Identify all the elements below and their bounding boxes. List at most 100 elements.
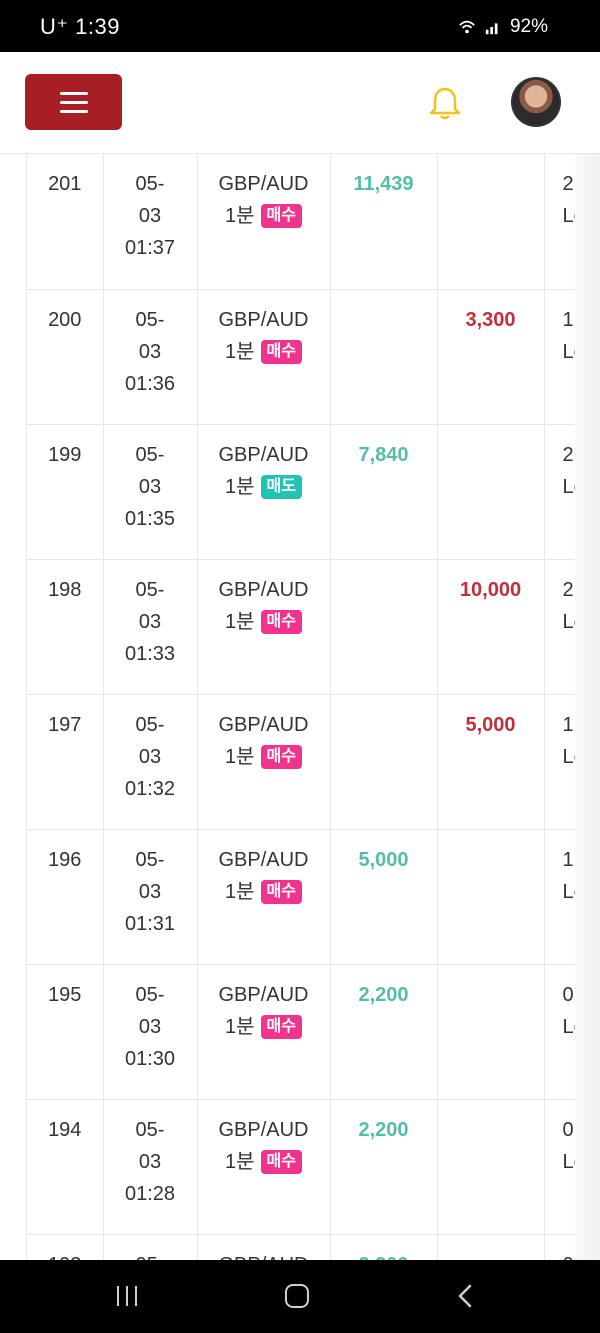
trade-number: 197 (27, 694, 104, 830)
trade-symbol: GBP/AUD 1분 매수 (197, 964, 331, 1100)
trade-number: 199 (27, 424, 104, 560)
trade-number: 196 (27, 829, 104, 965)
table-row[interactable]: 19305-GBP/AUD2,2000 (27, 1234, 600, 1260)
profit-amount: 2,200 (358, 983, 409, 1006)
trade-number: 200 (27, 289, 104, 425)
trade-datetime: 05- 03 01:30 (103, 964, 198, 1100)
trade-date-month: 05- (135, 983, 165, 1006)
trade-datetime: 05- 03 01:37 (103, 154, 198, 290)
trade-time: 01:33 (124, 642, 176, 665)
lot-count: 0 (562, 983, 574, 1006)
timeframe: 1분 (225, 1150, 255, 1173)
trade-date-month: 05- (135, 1118, 165, 1141)
profit-cell (330, 694, 438, 830)
side-badge: 매수 (260, 339, 302, 364)
battery-text: 92% (509, 16, 548, 37)
profit-cell (330, 559, 438, 695)
trade-datetime: 05- 03 01:36 (103, 289, 198, 425)
timeframe: 1분 (225, 340, 255, 363)
lot-count: 1 (562, 848, 574, 871)
trade-date-month: 05- (135, 578, 165, 601)
currency-pair: GBP/AUD (218, 848, 309, 871)
trade-number-text: 197 (48, 713, 82, 736)
trade-symbol: GBP/AUD 1분 매도 (197, 424, 331, 560)
side-badge: 매수 (260, 879, 302, 904)
side-badge: 매수 (260, 1014, 302, 1039)
trade-number: 201 (27, 154, 104, 290)
lot-count: 2 (562, 443, 574, 466)
hamburger-icon (59, 91, 88, 95)
trade-time: 01:35 (124, 507, 176, 530)
timeframe: 1분 (225, 205, 255, 227)
lot-count: 1 (562, 308, 574, 331)
timeframe: 1분 (225, 745, 255, 768)
status-icons: 92% (458, 16, 548, 38)
trade-datetime: 05- 03 01:31 (103, 829, 198, 965)
back-icon[interactable] (452, 1282, 480, 1310)
currency-pair: GBP/AUD (198, 1249, 330, 1261)
trade-time: 01:31 (124, 912, 176, 935)
side-badge: 매도 (260, 474, 302, 499)
table-row[interactable]: 19805-0301:33GBP/AUD1분매수10,0002Lot (27, 559, 600, 695)
profit-cell: 5,000 (330, 829, 438, 965)
table-row[interactable]: 19605-0301:31GBP/AUD1분매수5,0001Lot (27, 829, 600, 965)
currency-pair: GBP/AUD (218, 308, 309, 331)
trade-date-day: 03 (138, 610, 162, 633)
table-row[interactable]: 19905-0301:35GBP/AUD1분매도7,8402Lot (27, 424, 600, 560)
trade-table-body: 20105-0301:37GBP/AUD1분매수11,4392Lot20005-… (27, 154, 600, 1260)
timeframe: 1분 (225, 1015, 255, 1038)
avatar[interactable] (511, 77, 561, 127)
table-row[interactable]: 20005-0301:36GBP/AUD1분매수3,3001Lot (27, 289, 600, 425)
loss-amount: 10,000 (459, 578, 522, 601)
trade-datetime: 05- 03 01:28 (103, 1099, 198, 1235)
system-nav-bar (0, 1260, 600, 1333)
trade-date-day: 03 (138, 475, 162, 498)
trade-date-month: 05- (135, 308, 165, 331)
app-header (0, 52, 600, 154)
trade-date-month: 05- (135, 443, 165, 466)
timeframe: 1분 (225, 610, 255, 633)
side-badge: 매수 (260, 1149, 302, 1174)
lot-count: 2 (562, 578, 574, 601)
timeframe: 1분 (225, 475, 255, 498)
currency-pair: GBP/AUD (218, 983, 309, 1006)
trade-datetime: 05- 03 01:32 (103, 694, 198, 830)
side-badge: 매수 (260, 744, 302, 769)
trade-date-month: 05- (135, 173, 165, 195)
recent-apps-icon[interactable] (117, 1286, 137, 1306)
table-row[interactable]: 19405-0301:28GBP/AUD1분매수2,2000Lot (27, 1099, 600, 1235)
table-row[interactable]: 20105-0301:37GBP/AUD1분매수11,4392Lot (27, 154, 600, 290)
table-row[interactable]: 19705-0301:32GBP/AUD1분매수5,0001Lot (27, 694, 600, 830)
lot-count: 2 (562, 173, 574, 195)
currency-pair: GBP/AUD (218, 443, 309, 466)
trade-symbol: GBP/AUD 1분 매수 (197, 1099, 331, 1235)
loss-amount: 3,300 (465, 308, 516, 331)
lot-count: 1 (562, 713, 574, 736)
bell-icon[interactable] (428, 86, 462, 122)
side-badge: 매수 (260, 204, 302, 228)
table-row[interactable]: 19505-0301:30GBP/AUD1분매수2,2000Lot (27, 964, 600, 1100)
scroll-shade (575, 154, 600, 1260)
currency-pair: GBP/AUD (218, 1118, 309, 1141)
trade-number: 194 (27, 1099, 104, 1235)
trade-date-day: 03 (138, 1150, 162, 1173)
trade-time: 01:28 (124, 1182, 176, 1205)
trade-number: 195 (27, 964, 104, 1100)
trade-number-text: 199 (48, 443, 82, 466)
trade-date-day: 03 (138, 340, 162, 363)
trade-datetime: 05- (103, 1234, 198, 1260)
loss-cell (437, 1234, 545, 1260)
profit-amount: 2,200 (358, 1118, 409, 1141)
trade-number-text: 194 (48, 1118, 82, 1141)
menu-button[interactable] (25, 74, 122, 130)
trade-time: 01:37 (124, 237, 176, 259)
profit-cell (330, 289, 438, 425)
wifi-icon (459, 20, 475, 34)
loss-amount: 5,000 (465, 713, 516, 736)
trade-date-day: 03 (138, 745, 162, 768)
trade-symbol: GBP/AUD 1분 매수 (197, 829, 331, 965)
trade-symbol: GBP/AUD 1분 매수 (197, 559, 331, 695)
trade-number-text: 195 (48, 983, 82, 1006)
home-icon[interactable] (285, 1284, 309, 1308)
timeframe: 1분 (225, 880, 255, 903)
